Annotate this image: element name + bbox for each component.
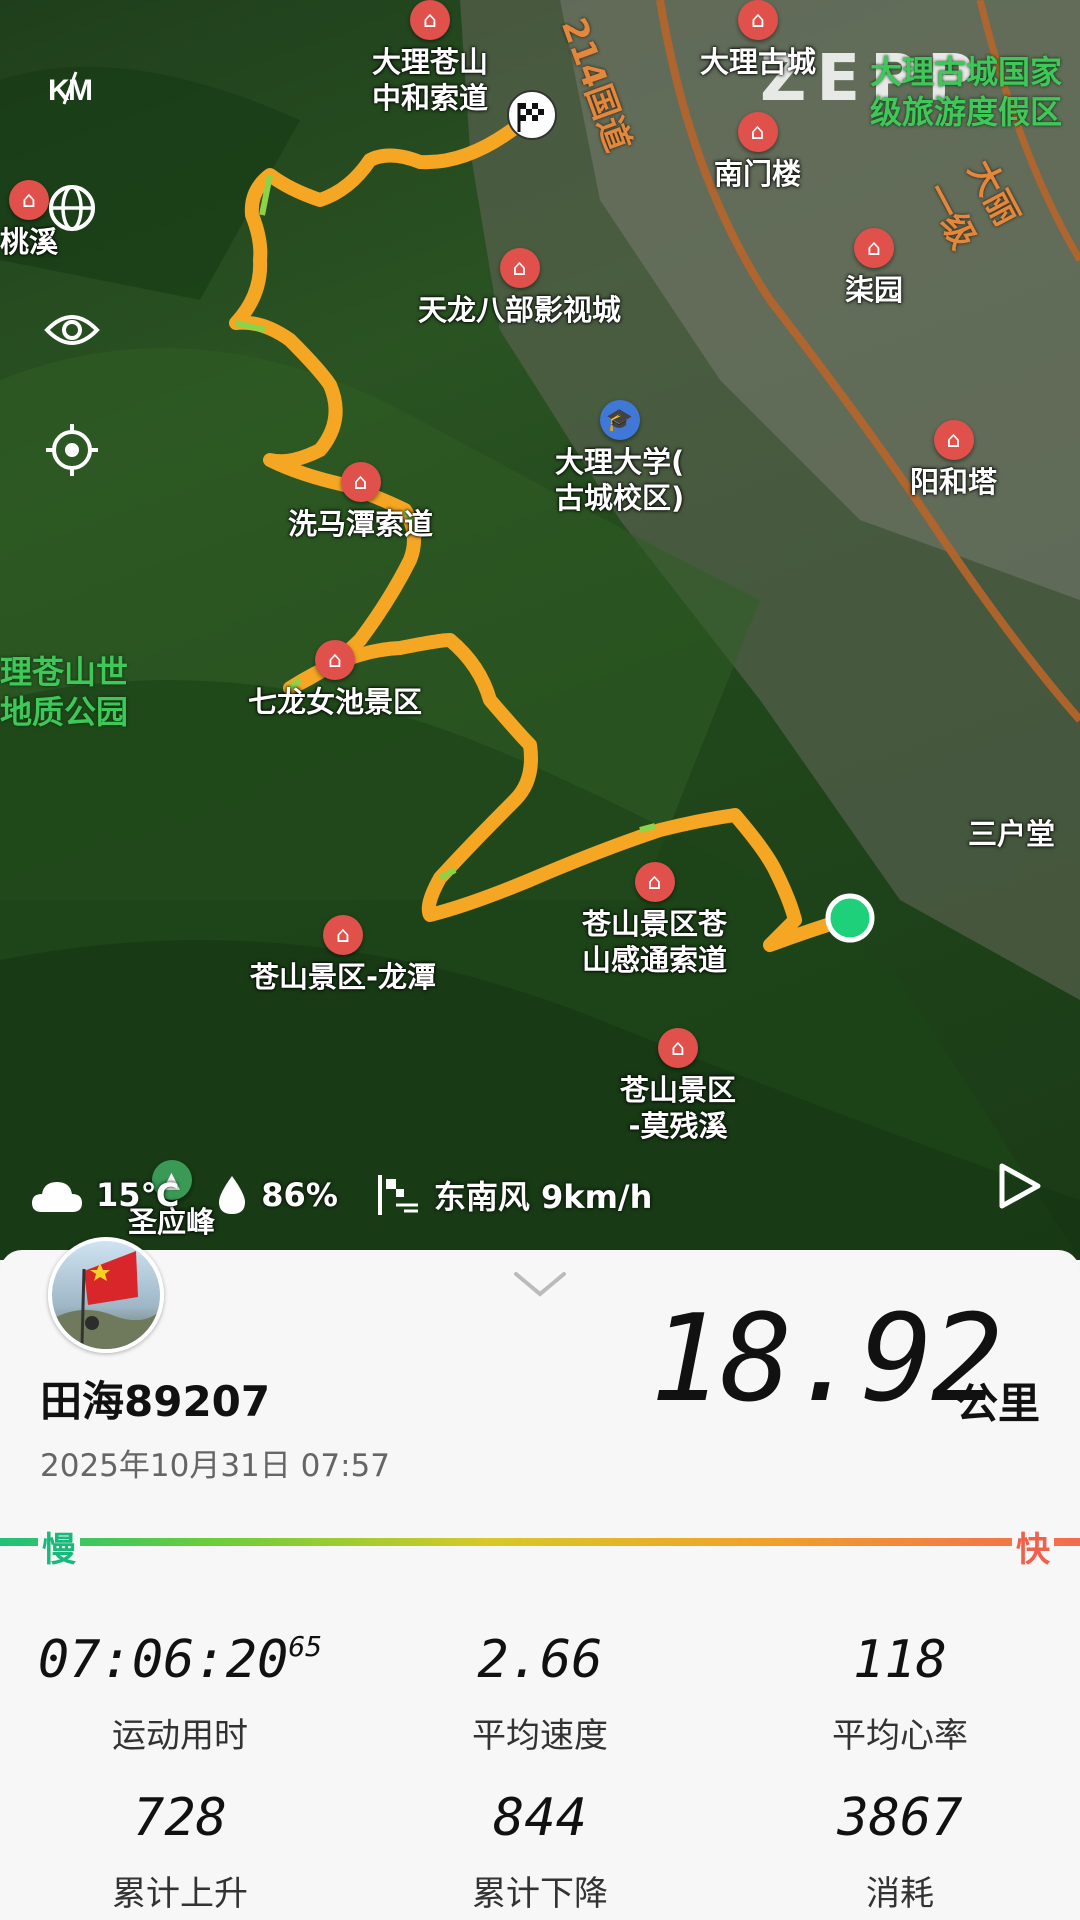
school-icon: 🎓 xyxy=(599,400,640,440)
poi-ximatan-cableway[interactable]: ⌂ 洗马潭索道 xyxy=(288,462,433,542)
avatar-photo xyxy=(52,1251,160,1349)
distance-unit: 公里 xyxy=(956,1379,1041,1428)
poi-pin-icon: ⌂ xyxy=(737,112,778,152)
stat-avg-heart-rate-label: 平均心率 xyxy=(832,1716,968,1756)
poi-mocanxi[interactable]: ⌂ 苍山景区 -莫残溪 xyxy=(620,1028,736,1144)
poi-zhonghe-cableway[interactable]: ⌂ 大理苍山 中和索道 xyxy=(372,0,488,116)
chevron-down-icon xyxy=(514,1272,566,1297)
stat-duration-hundredths: 65 xyxy=(288,1630,323,1663)
pace-gradient-bar xyxy=(0,1538,1080,1546)
stat-calories: 3867 消耗 xyxy=(720,1788,1080,1915)
poi-longtan[interactable]: ⌂ 苍山景区-龙潭 xyxy=(250,915,436,995)
poi-pin-icon: ⌂ xyxy=(410,0,450,40)
workout-datetime: 2025年10月31日 07:57 xyxy=(40,1448,390,1484)
map-terrain xyxy=(0,0,1080,1260)
stat-calories-value: 3867 xyxy=(837,1788,963,1848)
map-layer-button[interactable] xyxy=(42,178,102,238)
cloud-icon xyxy=(32,1182,82,1212)
temperature-item: 15℃ xyxy=(30,1174,179,1216)
slow-label: 慢 xyxy=(38,1522,80,1571)
poi-sanhutang[interactable]: 三户堂 xyxy=(968,812,1055,852)
eye-icon xyxy=(44,315,100,345)
poi-yanghe-tower[interactable]: ⌂ 阳和塔 xyxy=(910,420,997,500)
poi-pin-icon: ⌂ xyxy=(658,1028,698,1068)
km-icon: K M xyxy=(48,71,93,107)
stat-duration: 07:06:2065 运动用时 xyxy=(0,1630,360,1757)
poi-pin-icon: ⌂ xyxy=(499,248,540,288)
fast-label: 快 xyxy=(1012,1522,1054,1571)
poi-tianlong-studio[interactable]: ⌂ 天龙八部影视城 xyxy=(418,248,621,328)
play-icon xyxy=(999,1163,1041,1209)
stat-duration-label: 运动用时 xyxy=(112,1716,248,1756)
svg-text:K: K xyxy=(48,74,70,107)
weather-bar: 15℃ 86% 东南风 9km/h xyxy=(30,1165,688,1225)
area-label-dali-resort: 大理古城国家 级旅游度假区 xyxy=(870,53,1063,131)
stat-total-ascent: 728 累计上升 xyxy=(0,1788,360,1915)
route-map[interactable]: ZEPP 214国道 大丽一级 大理古城国家 级旅游度假区 理苍山世 地质公园 … xyxy=(0,0,1080,1260)
finish-flag-marker xyxy=(507,90,557,140)
wind-flag-icon xyxy=(377,1175,418,1215)
start-marker xyxy=(825,893,875,943)
poi-pin-icon: ⌂ xyxy=(634,862,675,902)
avatar[interactable] xyxy=(48,1237,164,1353)
stat-avg-speed-label: 平均速度 xyxy=(472,1716,608,1756)
stat-avg-heart-rate-value: 118 xyxy=(853,1630,947,1690)
stat-total-ascent-label: 累计上升 xyxy=(112,1874,248,1914)
humidity-item: 86% xyxy=(215,1174,338,1216)
poi-pin-icon: ⌂ xyxy=(315,640,355,680)
km-toggle-button[interactable]: K M xyxy=(42,58,102,118)
stat-total-ascent-value: 728 xyxy=(133,1788,227,1848)
area-label-cangshan-geopark: 理苍山世 地质公园 xyxy=(0,653,129,731)
locate-button[interactable] xyxy=(42,420,102,480)
locate-icon xyxy=(46,424,98,476)
username: 田海89207 xyxy=(40,1377,271,1426)
poi-pin-icon: ⌂ xyxy=(738,0,778,40)
humidity-drop-icon xyxy=(219,1176,246,1214)
poi-pin-icon: ⌂ xyxy=(933,420,974,460)
stat-avg-speed-value: 2.66 xyxy=(477,1630,603,1690)
temperature-value: 15℃ xyxy=(96,1176,180,1214)
stat-avg-speed: 2.66 平均速度 xyxy=(360,1630,720,1757)
stat-total-descent: 844 累计下降 xyxy=(360,1788,720,1915)
poi-south-gate[interactable]: ⌂ 南门楼 xyxy=(714,112,801,192)
stat-total-descent-value: 844 xyxy=(493,1788,587,1848)
poi-qiyuan[interactable]: ⌂ 柒园 xyxy=(845,228,903,308)
poi-pin-icon: ⌂ xyxy=(854,228,894,268)
wind-item: 东南风 9km/h xyxy=(374,1172,653,1218)
globe-icon xyxy=(49,185,95,231)
stat-avg-heart-rate: 118 平均心率 xyxy=(720,1630,1080,1757)
poi-pin-icon: ⌂ xyxy=(340,462,381,502)
poi-dali-old-town[interactable]: ⌂ 大理古城 xyxy=(700,0,816,80)
humidity-value: 86% xyxy=(261,1176,338,1214)
stat-duration-value: 07:06:2065 xyxy=(37,1630,323,1690)
poi-gantong-cableway[interactable]: ⌂ 苍山景区苍 山感通索道 xyxy=(582,862,727,978)
distance-value: 18.92 xyxy=(650,1290,1003,1429)
visibility-toggle-button[interactable] xyxy=(42,300,102,360)
poi-pin-icon: ⌂ xyxy=(323,915,364,955)
stat-total-descent-label: 累计下降 xyxy=(472,1874,608,1914)
stat-calories-label: 消耗 xyxy=(866,1874,934,1914)
svg-text:M: M xyxy=(68,74,93,107)
wind-value: 东南风 9km/h xyxy=(433,1178,653,1216)
collapse-panel-button[interactable] xyxy=(512,1268,568,1300)
replay-button[interactable] xyxy=(990,1158,1046,1214)
poi-qilongnv-pool[interactable]: ⌂ 七龙女池景区 xyxy=(248,640,422,720)
poi-dali-university[interactable]: 🎓 大理大学( 古城校区) xyxy=(555,400,684,516)
